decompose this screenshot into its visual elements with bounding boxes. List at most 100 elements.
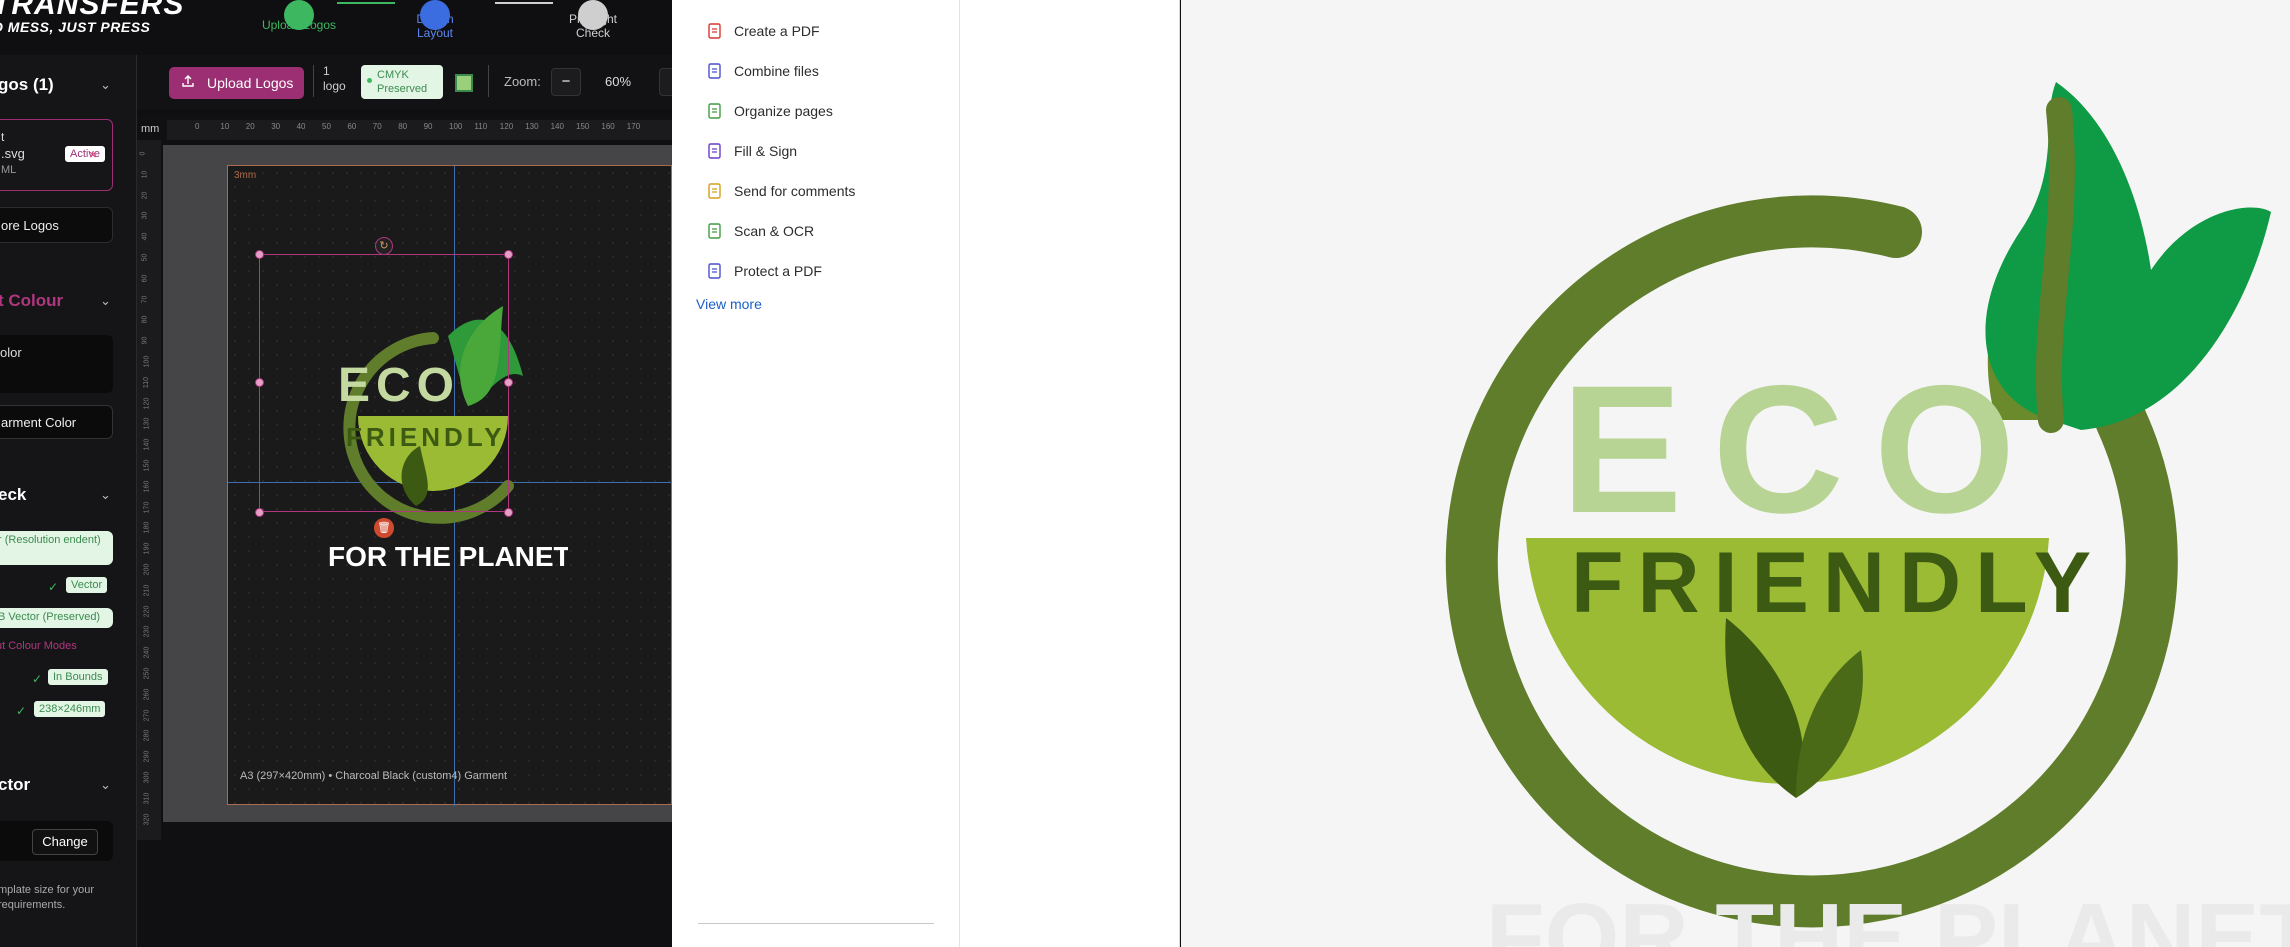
resize-handle[interactable] xyxy=(504,508,513,517)
check-heading[interactable]: eck xyxy=(0,485,26,505)
send-comments-icon xyxy=(706,182,724,200)
selection-box[interactable] xyxy=(259,254,509,512)
chevron-down-icon[interactable]: ⌄ xyxy=(100,77,111,92)
ruler-tick-label: 60 xyxy=(347,122,357,131)
ruler-tick-label: 190 xyxy=(143,542,151,555)
combine-files-icon xyxy=(706,62,724,80)
menu-item-organize-pages[interactable]: Organize pages xyxy=(706,100,833,122)
resize-handle[interactable] xyxy=(255,250,264,259)
preview-planet-text: FOR THE PLANET xyxy=(1486,884,2290,947)
ruler-tick-label: 100 xyxy=(449,122,463,131)
color-swatch-icon[interactable] xyxy=(455,74,473,92)
artboard[interactable]: 3mm ECO FRIENDLY FOR THE PLANET ↻ 🗑 A3 (… xyxy=(227,165,672,806)
resize-handle[interactable] xyxy=(255,508,264,517)
resize-handle[interactable] xyxy=(504,250,513,259)
check-icon: ✓ xyxy=(48,580,59,594)
colour-heading[interactable]: t Colour xyxy=(0,291,63,311)
ruler-tick-label: 260 xyxy=(143,688,151,701)
logos-heading[interactable]: gos (1) xyxy=(0,75,54,95)
ruler-tick-label: 140 xyxy=(550,122,564,131)
ruler-tick-label: 90 xyxy=(423,122,433,131)
ruler-tick-label: 10 xyxy=(220,122,230,131)
chevron-down-icon[interactable]: ⌄ xyxy=(100,487,111,502)
ruler-tick-label: 80 xyxy=(141,315,149,324)
menu-item-create-pdf[interactable]: Create a PDF xyxy=(706,20,820,42)
ruler-tick-label: 240 xyxy=(143,646,151,659)
step-dot xyxy=(578,0,608,30)
ruler-tick-label: 310 xyxy=(143,792,151,805)
menu-item-fill-sign[interactable]: Fill & Sign xyxy=(706,140,797,162)
resolution-check: r (Resolution endent) xyxy=(0,531,113,565)
create-pdf-icon xyxy=(706,22,724,40)
ruler-tick-label: 150 xyxy=(143,459,151,472)
cmyk-badge: CMYK Preserved xyxy=(361,65,443,99)
step-design-layout[interactable]: Design Layout xyxy=(400,0,470,40)
cmyk-label: CMYK Preserved xyxy=(377,69,428,95)
ruler-tick-label: 70 xyxy=(141,295,149,303)
menu-item-label: Protect a PDF xyxy=(734,263,822,279)
menu-item-label: Fill & Sign xyxy=(734,143,798,159)
chevron-down-icon[interactable]: ⌄ xyxy=(100,293,111,308)
logo-file-card[interactable]: t .svg ML Active × xyxy=(0,119,113,191)
zoom-out-button[interactable]: − xyxy=(551,68,581,96)
protect-pdf-icon xyxy=(706,262,724,280)
resize-handle[interactable] xyxy=(504,378,513,387)
menu-item-label: Create a PDF xyxy=(734,23,820,39)
in-bounds-badge: In Bounds xyxy=(48,669,108,685)
step-preflight-check[interactable]: Pre-flight Check xyxy=(558,0,628,40)
more-logos-button[interactable]: ore Logos xyxy=(0,207,113,243)
horizontal-ruler[interactable]: 0 10 20 30 40 50 60 70 80 90 100 110 120 130 140 150 160… xyxy=(167,120,672,140)
ruler-tick-label: 250 xyxy=(143,667,151,680)
vector-preserved: B Vector (Preserved) xyxy=(0,608,113,628)
ruler-tick-label: 110 xyxy=(143,376,151,388)
ruler-tick-label: 50 xyxy=(322,122,331,131)
rotate-handle-icon[interactable]: ↻ xyxy=(375,237,393,255)
menu-item-scan-ocr[interactable]: Scan & OCR xyxy=(706,220,814,242)
ruler-tick-label: 200 xyxy=(143,563,151,576)
step-upload-logos[interactable]: Upload Logos xyxy=(254,0,344,32)
logo-large: ECO FRIENDLY FOR THE PLANET xyxy=(1445,82,2290,947)
ruler-tick-label: 270 xyxy=(143,709,151,721)
ruler-tick-label: 40 xyxy=(296,122,306,131)
toolbar: Upload Logos 1 logo CMYK Preserved Zoom:… xyxy=(137,55,672,109)
ruler-tick-label: 50 xyxy=(141,253,149,262)
ruler-tick-label: 120 xyxy=(499,122,514,131)
step-dot xyxy=(284,0,314,30)
vertical-ruler[interactable]: 0 10 20 30 40 50 60 70 80 90 100 110 120 130 140 150 160… xyxy=(137,140,161,840)
ruler-tick-label: 300 xyxy=(143,771,151,784)
logo-planet-text: FOR THE PLANET xyxy=(328,541,568,572)
ruler-tick-label: 290 xyxy=(143,750,151,763)
preview-eco-text: ECO xyxy=(1561,347,2045,551)
ruler-tick-label: 160 xyxy=(601,122,615,131)
ruler-tick-label: 90 xyxy=(141,336,149,345)
chevron-down-icon[interactable]: ⌄ xyxy=(100,777,111,792)
menu-item-send-comments[interactable]: Send for comments xyxy=(706,180,855,202)
ruler-tick-label: 140 xyxy=(143,438,151,451)
ruler-tick-label: 20 xyxy=(141,191,149,199)
dimensions-badge: 238×246mm xyxy=(34,701,106,717)
ruler-tick-label: 160 xyxy=(143,480,151,493)
upload-logos-button[interactable]: Upload Logos xyxy=(169,67,304,99)
color-option[interactable]: olor xyxy=(0,335,113,393)
canvas-footer: A3 (297×420mm) • Charcoal Black (custom4… xyxy=(240,770,508,782)
zoom-in-button[interactable] xyxy=(659,68,672,96)
delete-icon[interactable]: 🗑 xyxy=(374,518,394,538)
ruler-tick-label: 280 xyxy=(143,730,151,742)
preview-friendly-text: FRIENDLY xyxy=(1571,535,2105,631)
remove-logo-button[interactable]: × xyxy=(89,147,97,162)
brand-line-1: TRANSFERS xyxy=(0,0,185,21)
ruler-tick-label: 230 xyxy=(143,626,151,638)
garment-color-button[interactable]: arment Color xyxy=(0,405,113,439)
vector-heading[interactable]: ctor xyxy=(0,775,30,795)
menu-item-combine-files[interactable]: Combine files xyxy=(706,60,819,82)
check-icon: ✓ xyxy=(32,672,43,686)
change-button[interactable]: Change xyxy=(32,829,98,855)
ruler-tick-label: 220 xyxy=(143,605,151,617)
view-more-link[interactable]: View more xyxy=(696,296,762,312)
divider xyxy=(313,65,314,97)
menu-item-protect-pdf[interactable]: Protect a PDF xyxy=(706,260,822,282)
sidebar: gos (1) ⌄ t .svg ML Active × ore Logos t… xyxy=(0,55,137,947)
resize-handle[interactable] xyxy=(255,378,264,387)
ruler-tick-label: 60 xyxy=(141,274,149,283)
logo-preview: ECO FRIENDLY FOR THE PLANET xyxy=(1181,0,2290,947)
